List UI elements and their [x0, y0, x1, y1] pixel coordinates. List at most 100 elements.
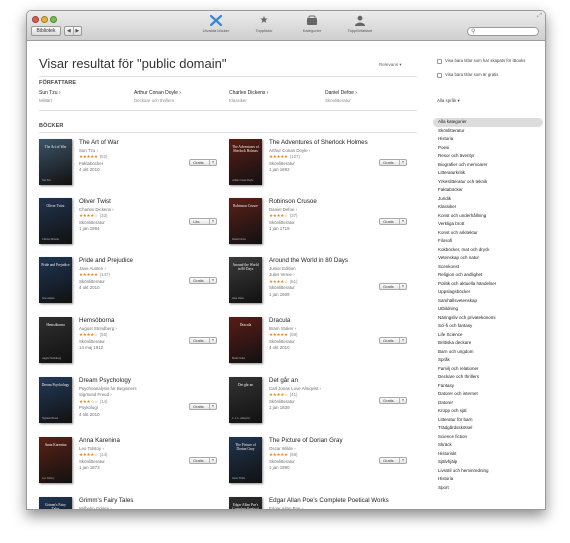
book-item[interactable]: Dream Psychology Sigmund Freud Dream Psych… [39, 377, 227, 433]
get-book-button[interactable]: Gratis ▾ [189, 277, 217, 284]
book-item[interactable]: Det går an C. J. L. Almqvist Det går an Car… [229, 377, 417, 433]
dropdown-arrow-icon[interactable]: ▾ [399, 338, 406, 343]
search-input[interactable] [477, 28, 537, 35]
category-item[interactable]: Verkliga brott [433, 220, 543, 229]
category-item[interactable]: Historia [433, 475, 543, 484]
category-item[interactable]: Skönlitteratur [433, 127, 543, 136]
get-book-button[interactable]: Gratis ▾ [379, 283, 407, 290]
category-item[interactable]: Historiskt [433, 450, 543, 459]
book-cover[interactable]: The Picture of Dorian Gray Oscar Wilde [229, 437, 262, 483]
book-title[interactable]: The Picture of Dorian Gray [269, 437, 375, 444]
get-book-button[interactable]: Gratis ▾ [379, 337, 407, 344]
book-title[interactable]: Grimm's Fairy Tales [79, 497, 185, 504]
book-title[interactable]: Anna Karenina [79, 437, 185, 444]
book-title[interactable]: Hemsöborna [79, 317, 185, 324]
dropdown-arrow-icon[interactable]: ▾ [399, 398, 406, 403]
book-item[interactable]: Oliver Twist Charles Dickens Oliver Twist C… [39, 198, 227, 254]
book-item[interactable]: The Art of War Sun Tzu The Art of War Sun T… [39, 139, 227, 195]
category-item[interactable]: Uppslagsböcker [433, 288, 543, 297]
dropdown-arrow-icon[interactable]: ▾ [209, 338, 216, 343]
sort-dropdown[interactable]: Relevans ▾ [379, 62, 402, 68]
book-cover[interactable]: Anna Karenina Leo Tolstoy [39, 437, 72, 483]
book-cover[interactable]: Robinson Crusoe Daniel Defoe [229, 198, 262, 244]
category-item[interactable]: Alla kategorier [433, 118, 543, 127]
book-title[interactable]: The Art of War [79, 139, 185, 146]
book-cover[interactable]: Det går an C. J. L. Almqvist [229, 377, 262, 423]
get-book-button[interactable]: Läs ▾ [189, 218, 217, 225]
get-book-button[interactable]: Gratis ▾ [189, 457, 217, 464]
dropdown-arrow-icon[interactable]: ▾ [209, 278, 216, 283]
book-cover[interactable]: Pride and Prejudice Jane Austen [39, 257, 72, 303]
category-item[interactable]: Sport [433, 484, 543, 493]
book-title[interactable]: Robinson Crusoe [269, 198, 375, 205]
category-item[interactable]: Poesi [433, 144, 543, 153]
category-item[interactable]: Biografier och memoarer [433, 161, 543, 170]
book-item[interactable]: Around the World in 80 Days Jules Verne Ar… [229, 257, 417, 313]
category-item[interactable]: Juridik [433, 195, 543, 204]
book-cover[interactable]: Dream Psychology Sigmund Freud [39, 377, 72, 423]
close-window-button[interactable] [32, 16, 39, 23]
category-item[interactable]: Klassiker [433, 203, 543, 212]
tab-categories[interactable]: Kategorier [295, 15, 329, 33]
checkbox[interactable] [437, 72, 442, 78]
book-author-link[interactable]: Edgar Allan Poe › [269, 506, 375, 509]
book-title[interactable]: Dracula [269, 317, 375, 324]
category-item[interactable]: Resor och äventyr [433, 152, 543, 161]
minimize-window-button[interactable] [41, 16, 48, 23]
book-item[interactable]: The Picture of Dorian Gray Oscar Wilde The… [229, 437, 417, 493]
get-book-button[interactable]: Gratis ▾ [379, 159, 407, 166]
category-item[interactable]: Filosofi [433, 237, 543, 246]
category-item[interactable]: Vetenskap och natur [433, 254, 543, 263]
book-title[interactable]: Det går an [269, 377, 375, 384]
book-item[interactable]: Grimm's Fairy Tales Grimm's Fairy Tales Wi… [39, 497, 227, 509]
category-item[interactable]: Datorer och internet [433, 390, 543, 399]
book-title[interactable]: Pride and Prejudice [79, 257, 185, 264]
book-item[interactable]: The Adventures of Sherlock Holmes Arthur … [229, 139, 417, 195]
book-title[interactable]: The Adventures of Sherlock Holmes [269, 139, 375, 146]
category-item[interactable]: Religion och andlighet [433, 271, 543, 280]
book-author-link[interactable]: Wilhelm Grimm › [79, 506, 185, 509]
dropdown-arrow-icon[interactable]: ▾ [209, 458, 216, 463]
book-item[interactable]: Pride and Prejudice Jane Austen Pride and … [39, 257, 227, 313]
language-dropdown[interactable]: Alla språk ▾ [437, 98, 460, 104]
author-item[interactable]: Arthur Conan Doyle › Deckare och thrille… [134, 90, 181, 103]
category-item[interactable]: Yrkeslitteratur och teknik [433, 178, 543, 187]
book-cover[interactable]: Edgar Allan Poe's Complete Poetical Work… [229, 497, 262, 509]
zoom-window-button[interactable] [50, 16, 57, 23]
dropdown-arrow-icon[interactable]: ▾ [209, 219, 216, 224]
book-cover[interactable]: Oliver Twist Charles Dickens [39, 198, 72, 244]
category-item[interactable]: Barn och ungdom [433, 348, 543, 357]
category-item[interactable]: Utbildning [433, 305, 543, 314]
get-book-button[interactable]: Gratis ▾ [189, 159, 217, 166]
filter-ibooks-only[interactable]: Visa bara titlar som har skapats för iBo… [437, 58, 541, 64]
author-item[interactable]: Daniel Defoe › Skönlitteratur [325, 90, 357, 103]
category-item[interactable]: Trädgårdsskötsel [433, 424, 543, 433]
category-item[interactable]: Självhjälp [433, 458, 543, 467]
category-item[interactable]: Konst och underhållning [433, 212, 543, 221]
category-item[interactable]: Datorer [433, 399, 543, 408]
tab-top-authors[interactable]: Toppförfattare [343, 15, 377, 33]
category-item[interactable]: Livsstil och heminredning [433, 467, 543, 476]
library-button[interactable]: Bibliotek [31, 26, 61, 36]
forward-button[interactable]: ▶ [74, 27, 82, 35]
book-item[interactable]: Hemsöborna August Strindberg Hemsöborna Aug… [39, 317, 227, 373]
category-item[interactable]: Politik och aktuella händelser [433, 280, 543, 289]
book-cover[interactable]: The Art of War Sun Tzu [39, 139, 72, 185]
author-item[interactable]: Sun Tzu › Militärt [39, 90, 61, 103]
category-item[interactable]: Litteratur för barn [433, 416, 543, 425]
category-item[interactable]: Fantasy [433, 382, 543, 391]
search-field[interactable]: ⚲ [467, 27, 539, 36]
category-item[interactable]: Konst och arkitektur [433, 229, 543, 238]
get-book-button[interactable]: Gratis ▾ [189, 403, 217, 410]
book-title[interactable]: Around the World in 80 Days [269, 257, 375, 264]
category-item[interactable]: Sci-fi och fantasy [433, 322, 543, 331]
dropdown-arrow-icon[interactable]: ▾ [399, 284, 406, 289]
checkbox[interactable] [437, 58, 442, 64]
dropdown-arrow-icon[interactable]: ▾ [209, 160, 216, 165]
category-item[interactable]: Näringsliv och privatekonomi [433, 314, 543, 323]
get-book-button[interactable]: Gratis ▾ [379, 218, 407, 225]
back-button[interactable]: ◀ [65, 27, 74, 35]
dropdown-arrow-icon[interactable]: ▾ [399, 219, 406, 224]
fullscreen-icon[interactable]: ⤢ [537, 13, 542, 20]
book-title[interactable]: Dream Psychology [79, 377, 185, 384]
